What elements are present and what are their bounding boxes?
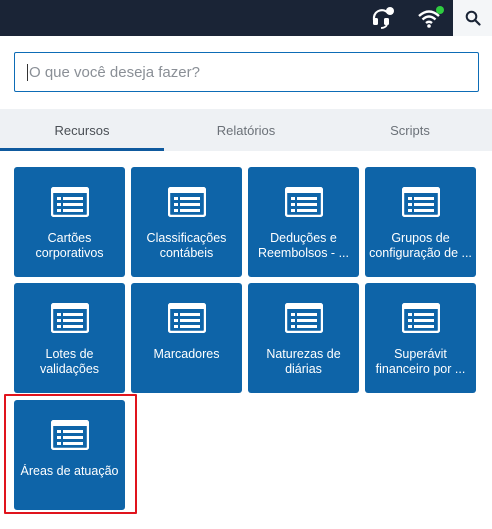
list-icon [167,187,206,217]
card-label: Superávit financeiro por ... [375,347,466,376]
search-icon [465,10,481,26]
search-toggle-button[interactable] [453,0,492,36]
list-icon [401,187,440,217]
tab-relatorios[interactable]: Relatórios [164,109,328,151]
card-label: Naturezas de diárias [266,347,341,376]
headset-icon[interactable] [370,6,396,30]
card-superavit-financeiro[interactable]: Superávit financeiro por ... [365,283,476,393]
tab-recursos[interactable]: Recursos [0,109,164,151]
list-icon [50,303,89,333]
highlight-box [4,394,137,514]
card-grupos-configuracao[interactable]: Grupos de configuração de ... [365,167,476,277]
list-icon [167,303,206,333]
card-cartoes-corporativos[interactable]: Cartões corporativos [14,167,125,277]
wifi-icon[interactable] [416,6,446,30]
search-field[interactable] [14,52,479,92]
card-label: Grupos de configuração de ... [369,231,472,260]
card-lotes-validacoes[interactable]: Lotes de validações [14,283,125,393]
tab-scripts[interactable]: Scripts [328,109,492,151]
card-label: Marcadores [153,347,220,361]
card-label: Cartões corporativos [35,231,104,260]
list-icon [50,187,89,217]
card-label: Lotes de validações [39,347,100,376]
tab-bar: Recursos Relatórios Scripts [0,109,492,151]
list-icon [284,303,323,333]
card-label: Deduções e Reembolsos - ... [257,231,349,260]
card-classificacoes-contabeis[interactable]: Classificações contábeis [131,167,242,277]
card-label: Classificações contábeis [146,231,227,260]
list-icon [401,303,440,333]
list-icon [284,187,323,217]
search-input[interactable] [15,53,478,91]
top-bar [0,0,492,36]
card-deducoes-reembolsos[interactable]: Deduções e Reembolsos - ... [248,167,359,277]
text-caret [27,64,28,81]
card-marcadores[interactable]: Marcadores [131,283,242,393]
card-naturezas-diarias[interactable]: Naturezas de diárias [248,283,359,393]
